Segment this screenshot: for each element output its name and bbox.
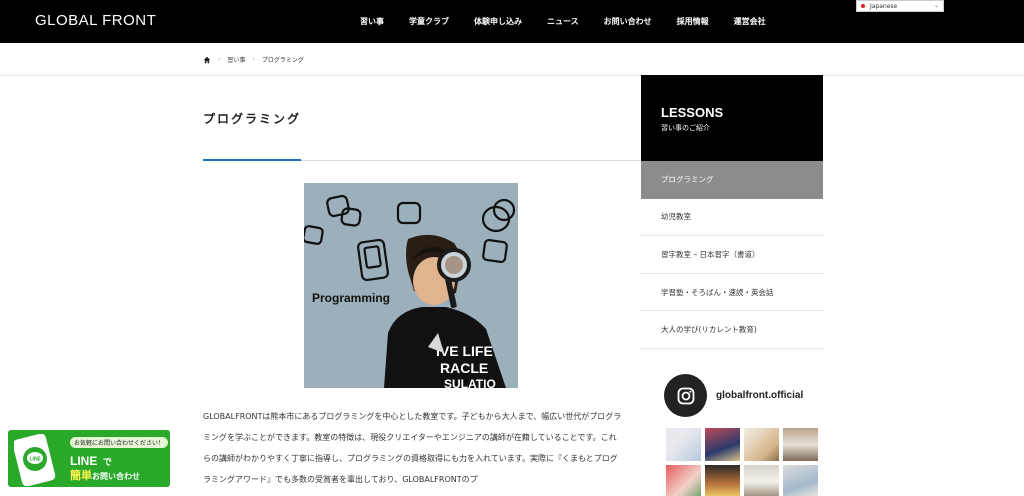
nav-item-contact[interactable]: お問い合わせ: [604, 16, 652, 27]
sidebar-item-preschool[interactable]: 幼児教室: [641, 199, 823, 237]
instagram-thumbnail[interactable]: [666, 465, 701, 496]
line-label: LINE: [70, 454, 98, 468]
nav-item-company[interactable]: 運営会社: [734, 16, 766, 27]
instagram-handle[interactable]: globalfront.official: [716, 390, 803, 401]
instagram-thumbnail[interactable]: [705, 428, 740, 461]
nav-item-lessons[interactable]: 習い事: [360, 16, 384, 27]
breadcrumb-item-lessons[interactable]: 習い事: [227, 55, 245, 64]
line-banner-note: お気軽にお問い合わせください！: [70, 437, 169, 448]
hero-shirt-text-1: IVE LIFE: [436, 343, 493, 359]
sidebar-title: LESSONS: [661, 105, 724, 120]
line-contact-banner[interactable]: LINE お気軽にお問い合わせください！ LINE で 簡単お問い合わせ: [8, 430, 170, 487]
page-title: プログラミング: [203, 112, 302, 126]
line-cta-big: 簡単: [70, 469, 92, 482]
breadcrumb-item-current: プログラミング: [261, 57, 304, 64]
instagram-thumbnail[interactable]: [744, 428, 779, 461]
chevron-down-icon: ⌄: [933, 2, 939, 9]
nav-item-recruit[interactable]: 採用情報: [677, 16, 709, 27]
instagram-profile[interactable]: globalfront.official: [664, 374, 803, 417]
sidebar-subtitle: 習い事のご紹介: [661, 124, 710, 132]
hero-shirt-text-3: SULATIO: [444, 377, 496, 388]
home-icon[interactable]: [203, 56, 211, 64]
language-value: Japanese: [870, 2, 898, 10]
instagram-grid: [666, 428, 820, 496]
hero-shirt-text-2: RACLE: [440, 360, 488, 376]
site-logo[interactable]: GLOBAL FRONT: [35, 12, 156, 29]
nav-item-afterschool[interactable]: 学童クラブ: [409, 16, 449, 27]
line-phone-icon: LINE: [14, 434, 56, 486]
instagram-thumbnail[interactable]: [705, 465, 740, 496]
programming-illustration: Programming IVE LIFE RACLE SULATIO: [304, 194, 516, 388]
breadcrumb-separator: ›: [218, 56, 221, 63]
hero-image: Programming IVE LIFE RACLE SULATIO: [304, 183, 518, 388]
language-select[interactable]: Japanese ⌄: [856, 0, 944, 12]
nav-item-news[interactable]: ニュース: [547, 16, 579, 27]
flag-icon: [861, 4, 865, 8]
title-accent-bar: [203, 159, 301, 161]
line-banner-cta: 簡単お問い合わせ: [70, 467, 140, 483]
line-cta-small: お問い合わせ: [92, 472, 140, 481]
breadcrumb-separator: ›: [252, 56, 255, 63]
line-logo-text: LINE: [30, 457, 42, 463]
instagram-icon[interactable]: [664, 374, 707, 417]
nav-item-trial[interactable]: 体験申し込み: [474, 16, 522, 27]
sidebar-item-programming[interactable]: プログラミング: [641, 161, 823, 199]
instagram-thumbnail[interactable]: [744, 465, 779, 496]
sidebar-header: LESSONS 習い事のご紹介: [641, 75, 823, 161]
sidebar-item-adult-learning[interactable]: 大人の学び(リカレント教育): [641, 311, 823, 349]
main-nav: 習い事 学童クラブ 体験申し込み ニュース お問い合わせ 採用情報 運営会社: [360, 0, 791, 43]
hero-caption: Programming: [312, 291, 390, 305]
instagram-thumbnail[interactable]: [783, 428, 818, 461]
sidebar-item-calligraphy[interactable]: 習字教室 – 日本習字（書道）: [641, 236, 823, 274]
intro-paragraph: GLOBALFRONTは熊本市にあるプログラミングを中心とした教室です。子どもか…: [203, 412, 622, 484]
breadcrumb: › 習い事 › プログラミング: [203, 55, 304, 64]
lesson-list: プログラミング 幼児教室 習字教室 – 日本習字（書道） 学習塾・そろばん・速読…: [641, 161, 823, 349]
breadcrumb-bar: › 習い事 › プログラミング: [0, 43, 1024, 76]
instagram-thumbnail[interactable]: [666, 428, 701, 461]
sidebar-item-cram-school[interactable]: 学習塾・そろばん・速読・英会話: [641, 274, 823, 312]
instagram-thumbnail[interactable]: [783, 465, 818, 496]
